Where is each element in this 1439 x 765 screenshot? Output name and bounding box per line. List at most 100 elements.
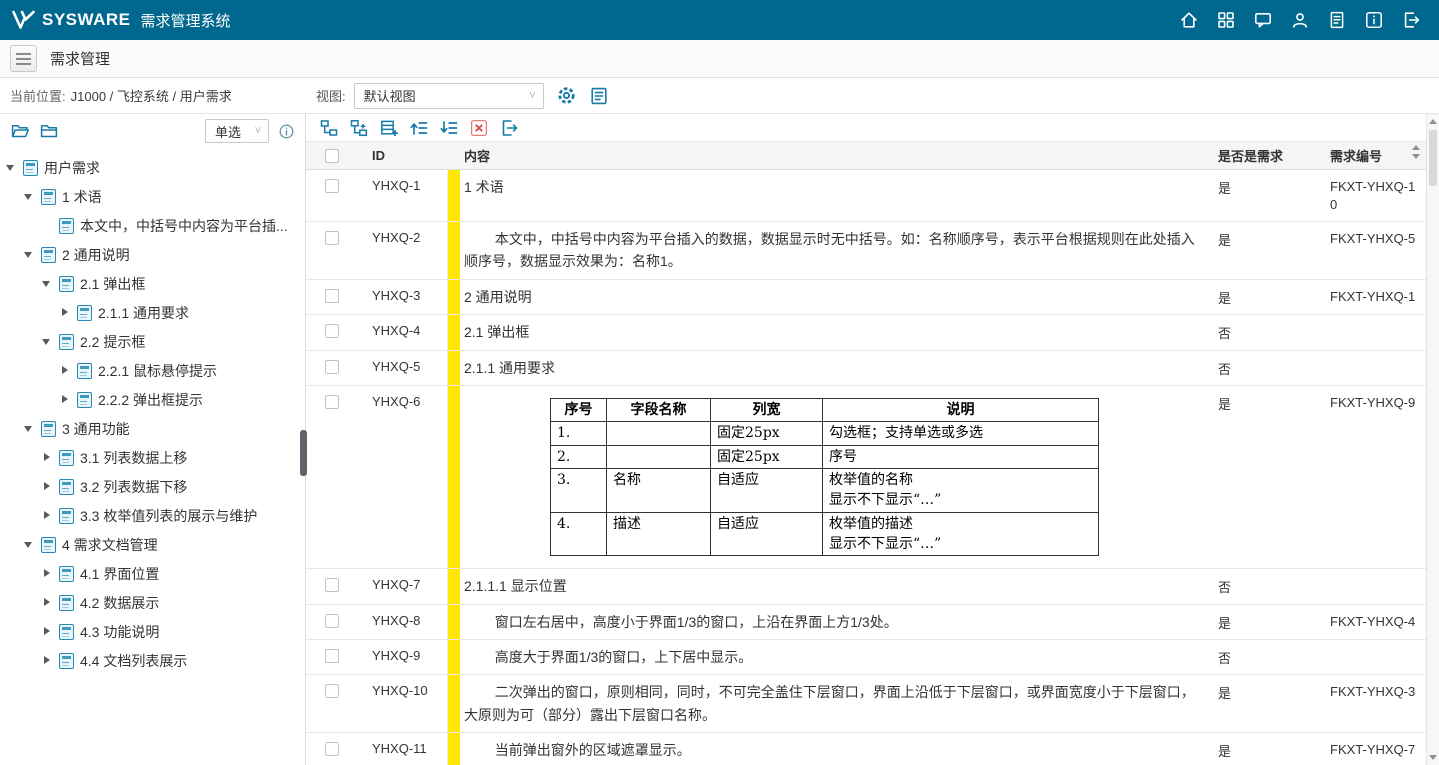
move-down-icon[interactable] <box>438 117 460 139</box>
tree-item[interactable]: 2.1.1 通用要求 <box>0 298 305 327</box>
row-checkbox[interactable] <box>325 360 339 374</box>
sidebar-splitter-handle[interactable] <box>300 430 307 476</box>
tree-item[interactable]: 本文中，中括号中内容为平台插... <box>0 211 305 240</box>
tree-item[interactable]: 1 术语 <box>0 182 305 211</box>
column-header-id[interactable]: ID <box>358 142 448 169</box>
row-content: 当前弹出窗外的区域遮罩显示。 <box>460 733 1208 765</box>
select-all-checkbox[interactable] <box>325 149 339 163</box>
tree-toggle-icon[interactable] <box>42 626 53 637</box>
tree-item[interactable]: 3.3 枚举值列表的展示与维护 <box>0 501 305 530</box>
table-row[interactable]: YHXQ-10二次弹出的窗口，原则相同，同时，不可完全盖住下层窗口，界面上沿低于… <box>306 675 1426 733</box>
row-content: 2.1.1.1 显示位置 <box>460 569 1208 603</box>
add-row-icon[interactable] <box>378 117 400 139</box>
insert-child-icon[interactable] <box>348 117 370 139</box>
tree-item[interactable]: 2.2.1 鼠标悬停提示 <box>0 356 305 385</box>
row-content: 2.1.1 通用要求 <box>460 351 1208 385</box>
tree-item[interactable]: 2 通用说明 <box>0 240 305 269</box>
tree-toggle-icon[interactable] <box>42 597 53 608</box>
tree-toggle-icon[interactable] <box>60 307 71 318</box>
tree-item[interactable]: 3.1 列表数据上移 <box>0 443 305 472</box>
row-checkbox[interactable] <box>325 179 339 193</box>
tree-item[interactable]: 4.1 界面位置 <box>0 559 305 588</box>
tree-toggle-icon[interactable] <box>24 249 35 260</box>
tree-toggle-icon[interactable] <box>42 452 53 463</box>
move-up-icon[interactable] <box>408 117 430 139</box>
tree-toggle-icon[interactable] <box>24 191 35 202</box>
tree-item[interactable]: 3.2 列表数据下移 <box>0 472 305 501</box>
row-id: YHXQ-5 <box>358 351 448 385</box>
scrollbar-thumb[interactable] <box>1429 130 1437 186</box>
select-mode-dropdown[interactable]: 单选 ˅ <box>205 119 269 143</box>
table-row[interactable]: YHXQ-32 通用说明是FKXT-YHXQ-1 <box>306 280 1426 315</box>
message-icon[interactable] <box>1253 10 1273 30</box>
insert-peer-icon[interactable] <box>318 117 340 139</box>
tree-toggle-icon[interactable] <box>42 510 53 521</box>
tree-toggle-icon[interactable] <box>42 481 53 492</box>
expand-all-folder-icon[interactable] <box>10 121 30 141</box>
tree-node-label: 4.3 功能说明 <box>80 622 159 642</box>
tree-item[interactable]: 4.3 功能说明 <box>0 617 305 646</box>
tree-toggle-icon[interactable] <box>60 365 71 376</box>
tree-item[interactable]: 2.2.2 弹出框提示 <box>0 385 305 414</box>
export-icon[interactable] <box>498 117 520 139</box>
tree-toggle-icon[interactable] <box>6 162 17 173</box>
document-edit-icon[interactable] <box>1327 10 1347 30</box>
delete-icon[interactable] <box>468 117 490 139</box>
table-row[interactable]: YHXQ-11当前弹出窗外的区域遮罩显示。是FKXT-YHXQ-7 <box>306 733 1426 765</box>
row-checkbox[interactable] <box>325 742 339 756</box>
row-checkbox[interactable] <box>325 578 339 592</box>
table-row[interactable]: YHXQ-11 术语是FKXT-YHXQ-10 <box>306 170 1426 222</box>
tree-item[interactable]: 3 通用功能 <box>0 414 305 443</box>
row-requirement-no: FKXT-YHXQ-4 <box>1326 605 1426 639</box>
vertical-scrollbar[interactable] <box>1426 114 1439 765</box>
collapse-all-folder-icon[interactable] <box>39 121 59 141</box>
column-header-content[interactable]: 内容 <box>460 142 1208 169</box>
table-row[interactable]: YHXQ-9高度大于界面1/3的窗口，上下居中显示。否 <box>306 640 1426 675</box>
row-content: 二次弹出的窗口，原则相同，同时，不可完全盖住下层窗口，界面上沿低于下层窗口，或界… <box>460 675 1208 732</box>
table-row[interactable]: YHXQ-8窗口左右居中，高度小于界面1/3的窗口，上沿在界面上方1/3处。是F… <box>306 605 1426 640</box>
row-checkbox[interactable] <box>325 649 339 663</box>
row-checkbox[interactable] <box>325 614 339 628</box>
tree-toggle-icon[interactable] <box>42 655 53 666</box>
info-icon[interactable] <box>1364 10 1384 30</box>
user-icon[interactable] <box>1290 10 1310 30</box>
tree-item[interactable]: 4.4 文档列表展示 <box>0 646 305 675</box>
tree-toggle-icon[interactable] <box>42 568 53 579</box>
row-checkbox[interactable] <box>325 231 339 245</box>
table-row[interactable]: YHXQ-42.1 弹出框否 <box>306 315 1426 350</box>
tree-item[interactable]: 2.2 提示框 <box>0 327 305 356</box>
table-row[interactable]: YHXQ-6序号字段名称列宽说明1.固定25px勾选框；支持单选或多选2.固定2… <box>306 386 1426 569</box>
scrollbar-down-icon[interactable] <box>1427 751 1439 764</box>
tree-item[interactable]: 4 需求文档管理 <box>0 530 305 559</box>
scroll-up-icon[interactable] <box>1412 145 1420 150</box>
report-list-icon[interactable] <box>589 86 609 106</box>
tree-item[interactable]: 2.1 弹出框 <box>0 269 305 298</box>
sidebar: 单选 ˅ 用户需求1 术语本文中，中括号中内容为平台插...2 通用说明2.1 … <box>0 114 306 765</box>
table-row[interactable]: YHXQ-52.1.1 通用要求否 <box>306 351 1426 386</box>
scrollbar-up-icon[interactable] <box>1427 115 1439 128</box>
settings-gear-icon[interactable] <box>556 85 577 106</box>
tree-item[interactable]: 用户需求 <box>0 153 305 182</box>
apps-grid-icon[interactable] <box>1216 10 1236 30</box>
home-icon[interactable] <box>1179 10 1199 30</box>
tree-toggle-icon[interactable] <box>42 336 53 347</box>
tree-toggle-icon[interactable] <box>24 423 35 434</box>
scroll-down-icon[interactable] <box>1412 154 1420 159</box>
row-highlight-stripe <box>448 280 460 314</box>
row-checkbox[interactable] <box>325 289 339 303</box>
row-checkbox[interactable] <box>325 395 339 409</box>
row-checkbox[interactable] <box>325 324 339 338</box>
tree-item[interactable]: 4.2 数据展示 <box>0 588 305 617</box>
row-checkbox[interactable] <box>325 684 339 698</box>
logout-icon[interactable] <box>1401 10 1421 30</box>
hamburger-menu-button[interactable] <box>10 45 37 72</box>
tree-toggle-icon[interactable] <box>24 539 35 550</box>
grid-scroll-buttons[interactable] <box>1409 145 1423 159</box>
tree-toggle-icon[interactable] <box>42 278 53 289</box>
tree-info-icon[interactable] <box>278 123 295 140</box>
table-row[interactable]: YHXQ-2本文中，中括号中内容为平台插入的数据，数据显示时无中括号。如：名称顺… <box>306 222 1426 280</box>
view-select[interactable]: 默认视图 ˅ <box>354 83 544 109</box>
table-row[interactable]: YHXQ-72.1.1.1 显示位置否 <box>306 569 1426 604</box>
column-header-is-requirement[interactable]: 是否是需求 <box>1208 142 1326 169</box>
tree-toggle-icon[interactable] <box>60 394 71 405</box>
